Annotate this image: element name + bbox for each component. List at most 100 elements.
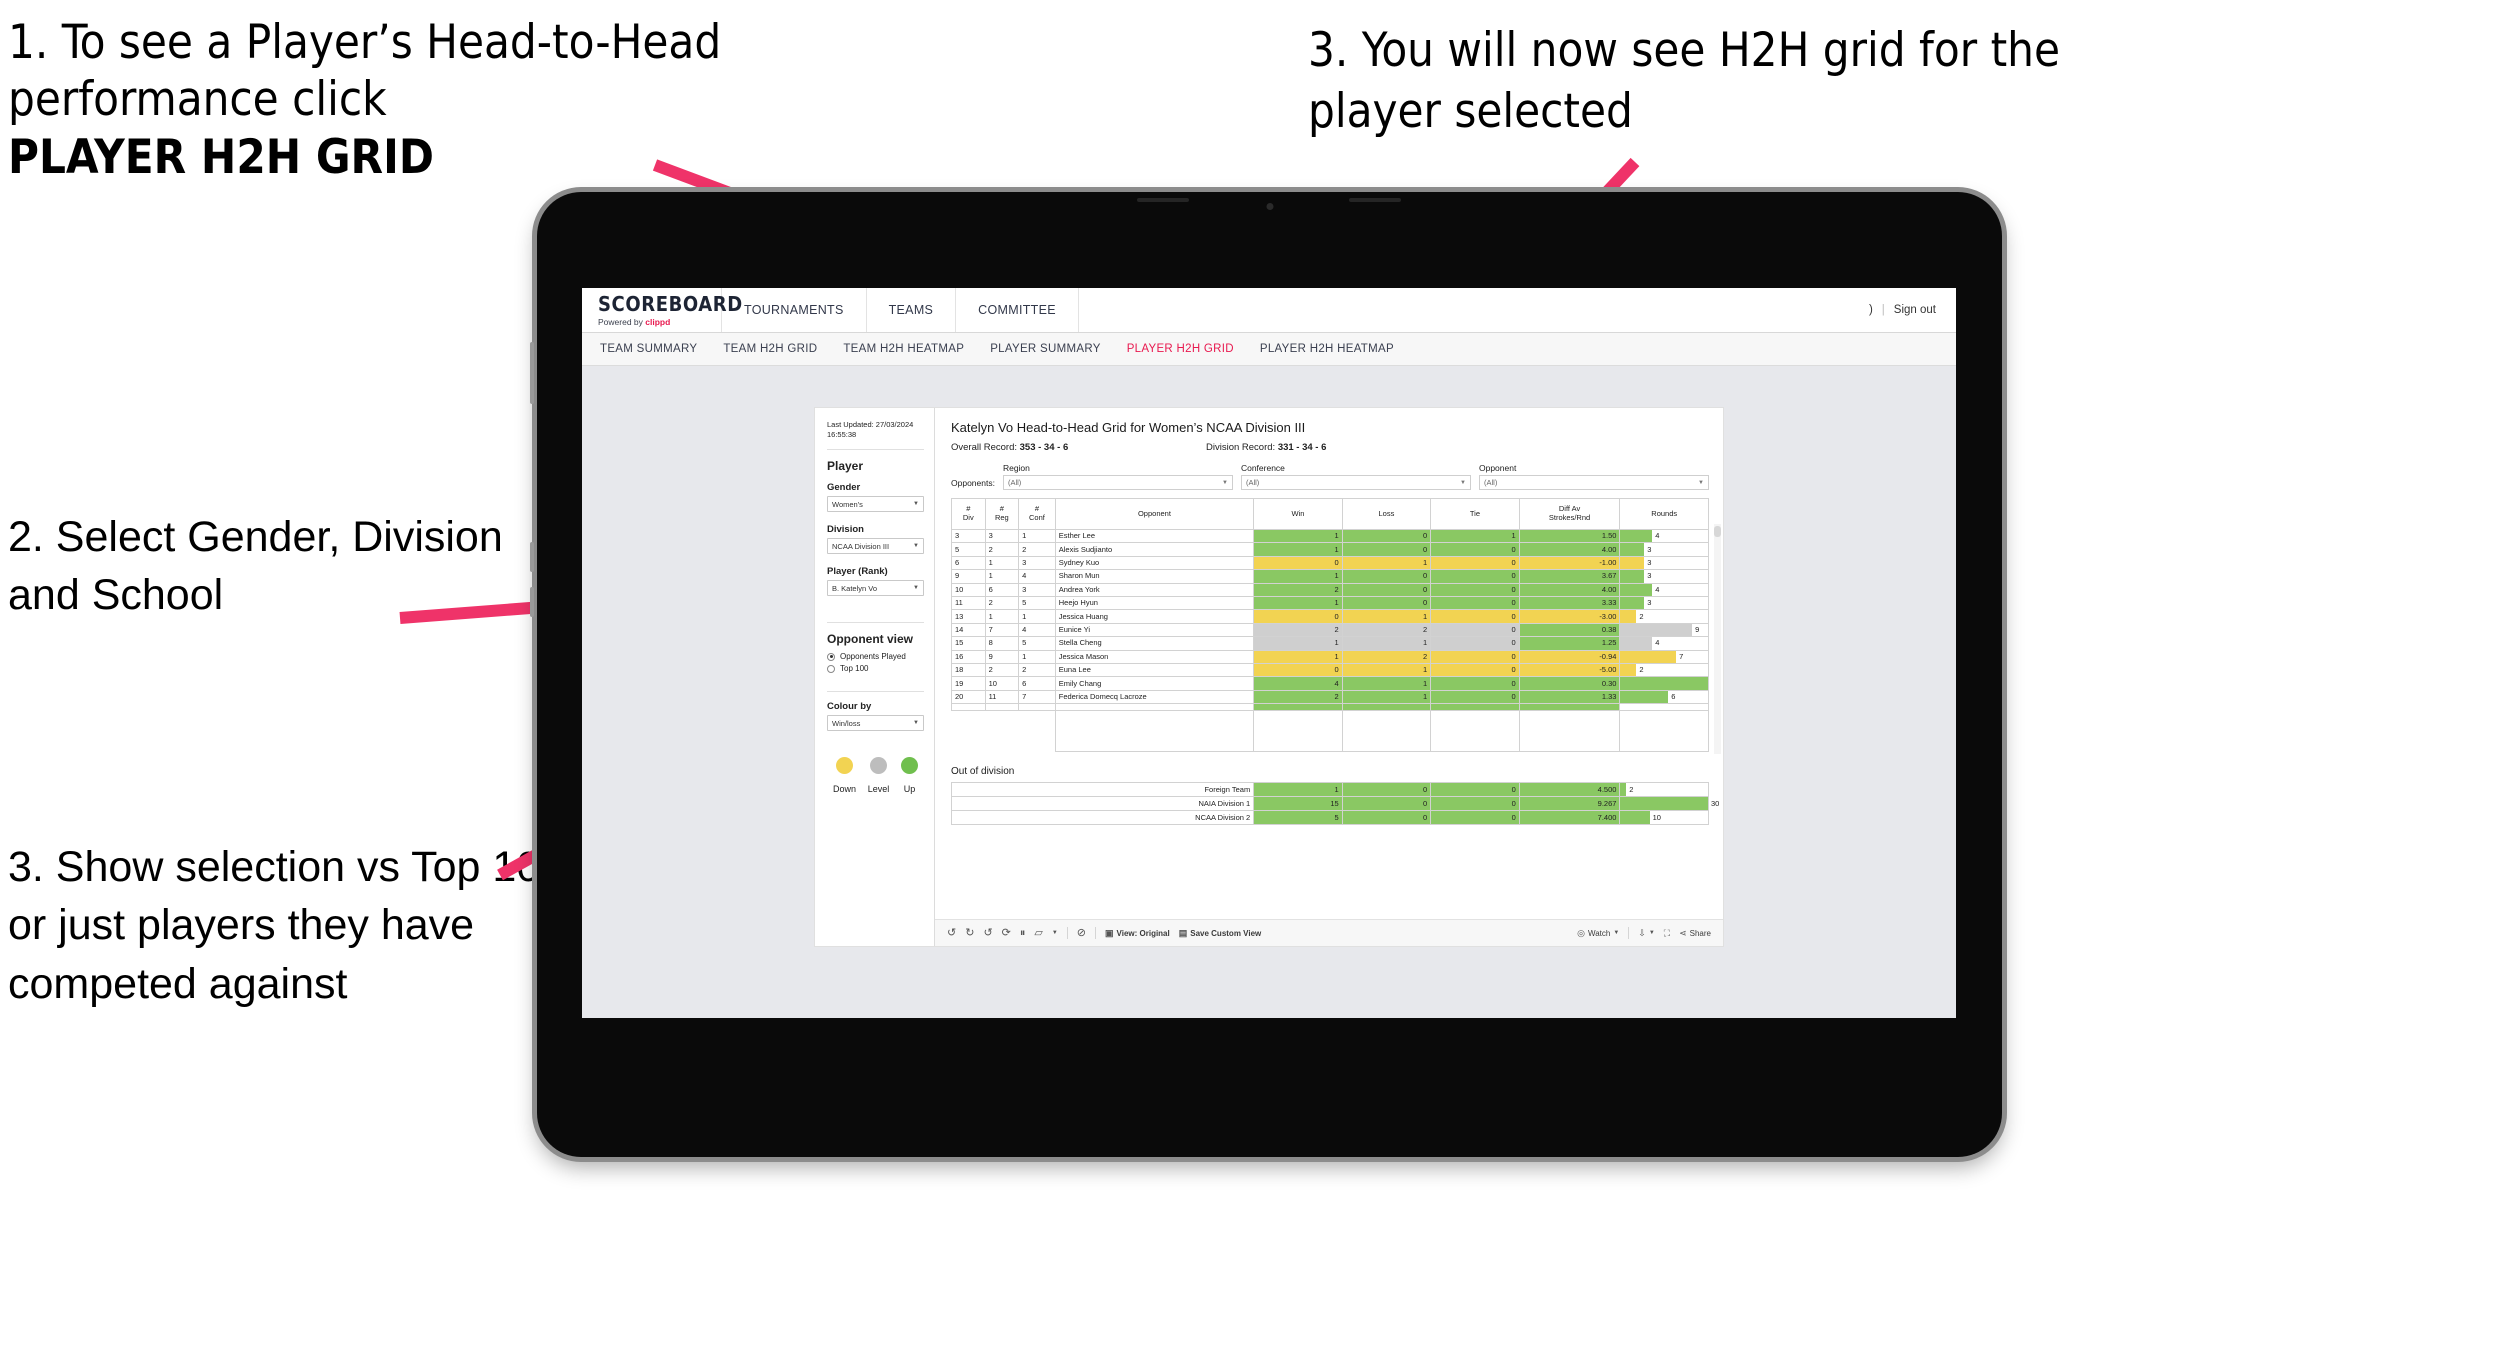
table-cell	[951, 703, 986, 712]
refresh-icon[interactable]: ⟳	[1002, 927, 1011, 939]
table-row[interactable]: 5 2 2 Alexis Sudjianto 1 0 0 4.00 3	[951, 542, 1709, 557]
table-cell: Esther Lee	[1054, 528, 1255, 544]
colour-by-select[interactable]: Win/loss ▼	[827, 715, 924, 732]
rounds-bar	[1620, 637, 1653, 649]
chevron-down-icon[interactable]: ▼	[1052, 930, 1058, 936]
rounds-bar-cell: 30	[1619, 796, 1719, 812]
col-loss: Loss	[1341, 498, 1432, 530]
table-cell	[1018, 710, 1056, 752]
player-rank-select[interactable]: B. Katelyn Vo ▼	[827, 580, 924, 597]
sign-out-link[interactable]: Sign out	[1894, 304, 1936, 316]
table-cell: Eunice Yi	[1054, 622, 1255, 638]
tab-team-h2h-grid[interactable]: TEAM H2H GRID	[723, 343, 817, 355]
table-cell: 6	[1018, 676, 1056, 691]
table-row[interactable]: 15 8 5 Stella Cheng 1 1 0 1.25 4	[951, 636, 1709, 651]
conference-select[interactable]: (All) ▼	[1240, 475, 1471, 490]
table-cell: 0.30	[1518, 676, 1621, 691]
table-row[interactable]: 18 2 2 Euna Lee 0 1 0 -5.00 2	[951, 662, 1709, 678]
rounds-value: 4	[1655, 584, 1660, 594]
table-cell: 0	[1430, 582, 1520, 597]
opponent-select[interactable]: (All) ▼	[1478, 475, 1709, 490]
out-of-division-row[interactable]: Foreign Team 1 0 0 4.500 2	[950, 782, 1709, 798]
revert-icon[interactable]: ↺	[983, 927, 992, 939]
fullscreen-button[interactable]: ⛶	[1664, 928, 1670, 938]
clear-icon[interactable]: ⊘	[1077, 927, 1086, 939]
radio-top-100[interactable]: Top 100	[827, 664, 924, 673]
radio-opponents-played[interactable]: Opponents Played	[827, 652, 924, 661]
out-of-division-row[interactable]: NAIA Division 1 15 0 0 9.267 30	[950, 796, 1719, 812]
player-rank-field: Player (Rank) B. Katelyn Vo ▼	[827, 566, 924, 597]
gender-select[interactable]: Women's ▼	[827, 496, 924, 513]
table-cell: -5.00	[1518, 662, 1621, 678]
rounds-bar	[1620, 691, 1669, 703]
table-scrollbar-thumb[interactable]	[1714, 526, 1721, 537]
share-button[interactable]: ⋖ Share	[1679, 928, 1711, 938]
table-row[interactable]: 10 6 3 Andrea York 2 0 0 4.00 4	[951, 582, 1709, 597]
tablet-power-button[interactable]	[530, 587, 534, 617]
chevron-down-icon: ▼	[913, 543, 919, 550]
table-row[interactable]: 16 9 1 Jessica Mason 1 2 0 -0.94 7	[951, 649, 1709, 664]
filter-icon[interactable]: ▱	[1034, 927, 1042, 939]
opponent-view-heading: Opponent view	[827, 632, 914, 647]
col-tie: Tie	[1430, 498, 1520, 530]
table-row[interactable]: 14 7 4 Eunice Yi 2 2 0 0.38 9	[951, 622, 1709, 638]
table-cell: 1	[1341, 676, 1432, 691]
out-of-division-body: Foreign Team 1 0 0 4.500 2 NAIA Division 1 15 0 0…	[950, 782, 1719, 826]
table-cell: 2	[984, 542, 1020, 557]
region-select[interactable]: (All) ▼	[1002, 475, 1233, 490]
table-scrollbar-track[interactable]	[1714, 524, 1721, 754]
table-row[interactable]: 11 2 5 Heejo Hyun 1 0 0 3.33 3	[951, 595, 1709, 611]
table-cell: 0	[1430, 569, 1520, 584]
share-label: Share	[1689, 928, 1711, 938]
watch-button[interactable]: ◎ Watch ▼	[1577, 928, 1619, 938]
table-row[interactable]: 20 11 7 Federica Domecq Lacroze 2 1 0 1.33 6	[951, 689, 1709, 705]
tab-player-h2h-grid[interactable]: PLAYER H2H GRID	[1127, 343, 1234, 355]
table-row[interactable]: 13 1 1 Jessica Huang 0 1 0 -3.00 2	[951, 609, 1709, 624]
rounds-bar	[1620, 651, 1677, 663]
out-of-division-row[interactable]: NCAA Division 2 5 0 0 7.400 10	[950, 810, 1709, 826]
brand-subtitle: Powered by clippd	[598, 317, 721, 327]
rounds-bar	[1620, 543, 1645, 556]
brand-logo[interactable]: SCOREBOARD Powered by clippd	[582, 288, 742, 332]
table-cell: 10	[984, 676, 1020, 691]
table-cell: 4.00	[1518, 582, 1621, 597]
download-button[interactable]: ⇩ ▼	[1638, 928, 1655, 938]
nav-item-teams[interactable]: TEAMS	[867, 288, 957, 332]
annotation-step-4: 3. You will now see H2H grid for the pla…	[1308, 23, 2060, 140]
tab-player-summary[interactable]: PLAYER SUMMARY	[990, 343, 1101, 355]
region-filter: Region (All) ▼	[1002, 463, 1233, 490]
sidebar-divider-1	[827, 449, 924, 451]
tab-player-h2h-heatmap[interactable]: PLAYER H2H HEATMAP	[1260, 343, 1394, 355]
table-cell: 0	[1430, 649, 1520, 664]
h2h-table: # Div # Reg # Conf Opponent Win Loss Tie Di…	[951, 498, 1709, 753]
redo-icon[interactable]: ↻	[965, 927, 974, 939]
nav-item-tournaments[interactable]: TOURNAMENTS	[722, 288, 867, 332]
nav-item-committee[interactable]: COMMITTEE	[956, 288, 1079, 332]
player-rank-label: Player (Rank)	[827, 566, 888, 578]
table-row[interactable]: 3 3 1 Esther Lee 1 0 1 1.50 4	[951, 528, 1709, 544]
table-cell	[985, 710, 1019, 752]
table-cell: -0.94	[1518, 649, 1621, 664]
division-select[interactable]: NCAA Division III ▼	[827, 538, 924, 555]
table-row[interactable]: 19106Emily Chang4100.3011	[951, 676, 1709, 691]
pause-icon[interactable]: ⏸	[1020, 927, 1026, 939]
save-custom-view-button[interactable]: ▤ Save Custom View	[1179, 928, 1262, 938]
undo-icon[interactable]: ↺	[947, 927, 956, 939]
table-cell: Euna Lee	[1054, 662, 1255, 678]
table-cell: 3.67	[1518, 569, 1621, 584]
table-cell: 7	[984, 622, 1020, 638]
sidebar-divider-3	[827, 691, 924, 693]
tablet-volume-up-button[interactable]	[530, 342, 534, 404]
table-row[interactable]: 9 1 4 Sharon Mun 1 0 0 3.67 3	[951, 569, 1709, 584]
table-cell: 3	[1018, 555, 1056, 571]
view-original-button[interactable]: ▣ View: Original	[1105, 928, 1170, 938]
tablet-volume-down-button[interactable]	[530, 542, 534, 572]
table-row[interactable]: 6 1 3 Sydney Kuo 0 1 0 -1.00 3	[951, 555, 1709, 571]
table-cell: Sydney Kuo	[1054, 555, 1255, 571]
table-cell: -3.00	[1518, 609, 1621, 624]
tab-team-summary[interactable]: TEAM SUMMARY	[600, 343, 697, 355]
rounds-bar-cell: 3	[1619, 569, 1709, 584]
col-rounds: Rounds	[1619, 498, 1709, 530]
tab-team-h2h-heatmap[interactable]: TEAM H2H HEATMAP	[843, 343, 964, 355]
table-cell: Stella Cheng	[1054, 636, 1255, 651]
